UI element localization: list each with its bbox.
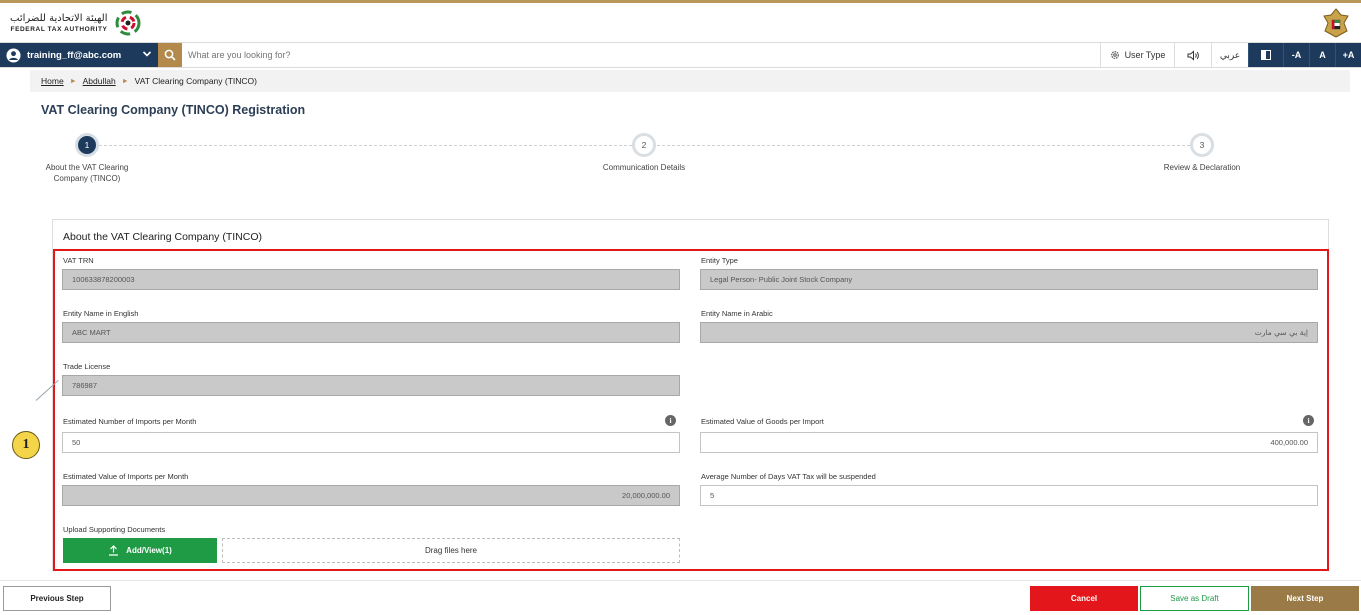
- search-input[interactable]: [188, 43, 588, 67]
- breadcrumb-current: VAT Clearing Company (TINCO): [134, 76, 257, 86]
- save-as-draft-button[interactable]: Save as Draft: [1140, 586, 1249, 611]
- breadcrumb-arrow-icon: ►: [121, 77, 129, 85]
- fta-emblem-icon: [115, 10, 141, 36]
- gear-icon: [1110, 51, 1119, 59]
- fta-logo[interactable]: الهيئة الاتحادية للضرائب FEDERAL TAX AUT…: [10, 7, 145, 39]
- user-type-label: User Type: [1124, 50, 1166, 60]
- contrast-toggle[interactable]: [1248, 43, 1283, 67]
- next-step-button[interactable]: Next Step: [1251, 586, 1359, 611]
- cancel-button[interactable]: Cancel: [1030, 586, 1138, 611]
- font-decrease-button[interactable]: -A: [1283, 43, 1309, 67]
- user-type-selector[interactable]: User Type: [1100, 43, 1174, 67]
- previous-step-button[interactable]: Previous Step: [3, 586, 111, 611]
- search-button[interactable]: [158, 43, 182, 67]
- contrast-icon: [1261, 50, 1271, 60]
- search-icon: [164, 49, 176, 61]
- stepper-connector: [657, 145, 1190, 146]
- step-2-indicator[interactable]: 2: [632, 133, 656, 157]
- font-normal-button[interactable]: A: [1309, 43, 1335, 67]
- step-1-indicator[interactable]: 1: [75, 133, 99, 157]
- org-name-english: FEDERAL TAX AUTHORITY: [10, 25, 108, 33]
- breadcrumb-arrow-icon: ►: [69, 77, 77, 85]
- callout-badge: 1: [12, 431, 40, 459]
- user-avatar-icon: [6, 47, 21, 63]
- audio-button[interactable]: [1174, 43, 1211, 67]
- step-1-label: About the VAT Clearing Company (TINCO): [45, 163, 129, 183]
- uae-emblem-icon: [1323, 8, 1349, 38]
- site-header: الهيئة الاتحادية للضرائب FEDERAL TAX AUT…: [0, 3, 1361, 42]
- user-account-menu[interactable]: training_ff@abc.com: [0, 43, 158, 67]
- step-3-indicator[interactable]: 3: [1190, 133, 1214, 157]
- footer-actions: Previous Step Cancel Save as Draft Next …: [0, 580, 1361, 615]
- user-email: training_ff@abc.com: [27, 49, 122, 61]
- org-name-arabic: الهيئة الاتحادية للضرائب: [10, 12, 108, 24]
- speaker-icon: [1187, 49, 1199, 61]
- breadcrumb-home-link[interactable]: Home: [41, 76, 64, 86]
- chevron-down-icon[interactable]: [142, 49, 152, 59]
- language-toggle[interactable]: عربي: [1211, 43, 1248, 67]
- page-title: VAT Clearing Company (TINCO) Registratio…: [41, 103, 306, 117]
- breadcrumb: Home ► Abdullah ► VAT Clearing Company (…: [30, 70, 1350, 92]
- top-navigation: training_ff@abc.com User Type عربي: [0, 42, 1361, 68]
- step-3-label: Review & Declaration: [1163, 163, 1241, 172]
- section-title: About the VAT Clearing Company (TINCO): [63, 231, 262, 243]
- highlight-frame: [53, 249, 1329, 571]
- font-increase-button[interactable]: +A: [1335, 43, 1361, 67]
- step-2-label: Communication Details: [602, 163, 686, 172]
- stepper-connector: [99, 145, 632, 146]
- breadcrumb-abdullah-link[interactable]: Abdullah: [83, 76, 116, 86]
